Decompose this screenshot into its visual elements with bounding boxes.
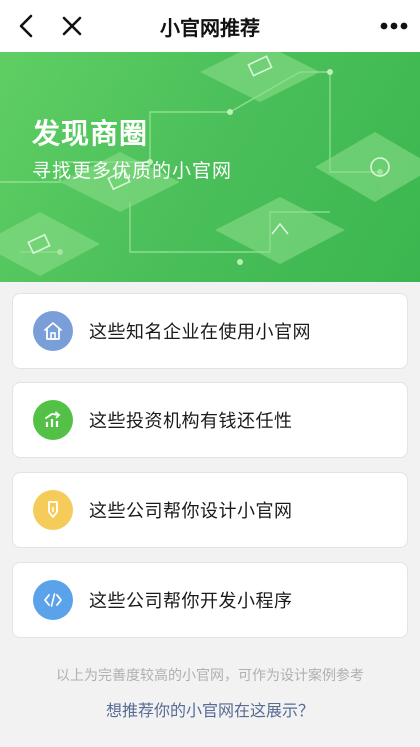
growth-chart-icon: [33, 400, 73, 440]
home-icon: [33, 311, 73, 351]
back-button[interactable]: [0, 0, 52, 52]
pen-icon: [33, 490, 73, 530]
discover-banner: 发现商圈 寻找更多优质的小官网: [0, 52, 420, 282]
card-famous-companies[interactable]: 这些知名企业在使用小官网: [12, 293, 408, 369]
code-icon: [33, 580, 73, 620]
more-button[interactable]: [368, 0, 420, 52]
close-button[interactable]: [46, 0, 98, 52]
banner-title: 发现商圈: [32, 117, 149, 150]
card-design-companies[interactable]: 这些公司帮你设计小官网: [12, 472, 408, 548]
page-title: 小官网推荐: [160, 15, 260, 40]
card-investors[interactable]: 这些投资机构有钱还任性: [12, 382, 408, 458]
card-miniprogram-developers[interactable]: 这些公司帮你开发小程序: [12, 562, 408, 638]
card-label: 这些公司帮你设计小官网: [89, 501, 293, 522]
card-label: 这些公司帮你开发小程序: [89, 591, 293, 612]
close-icon: [62, 16, 82, 36]
footer-note: 以上为完善度较高的小官网，可作为设计案例参考: [56, 668, 364, 684]
card-label: 这些知名企业在使用小官网: [89, 322, 311, 343]
card-label: 这些投资机构有钱还任性: [89, 411, 293, 432]
recommend-link[interactable]: 想推荐你的小官网在这展示？: [0, 697, 420, 721]
more-dots-icon: [380, 22, 408, 30]
chevron-left-icon: [19, 14, 33, 38]
banner-subtitle: 寻找更多优质的小官网: [32, 160, 233, 182]
navigation-bar: 小官网推荐: [0, 0, 420, 52]
